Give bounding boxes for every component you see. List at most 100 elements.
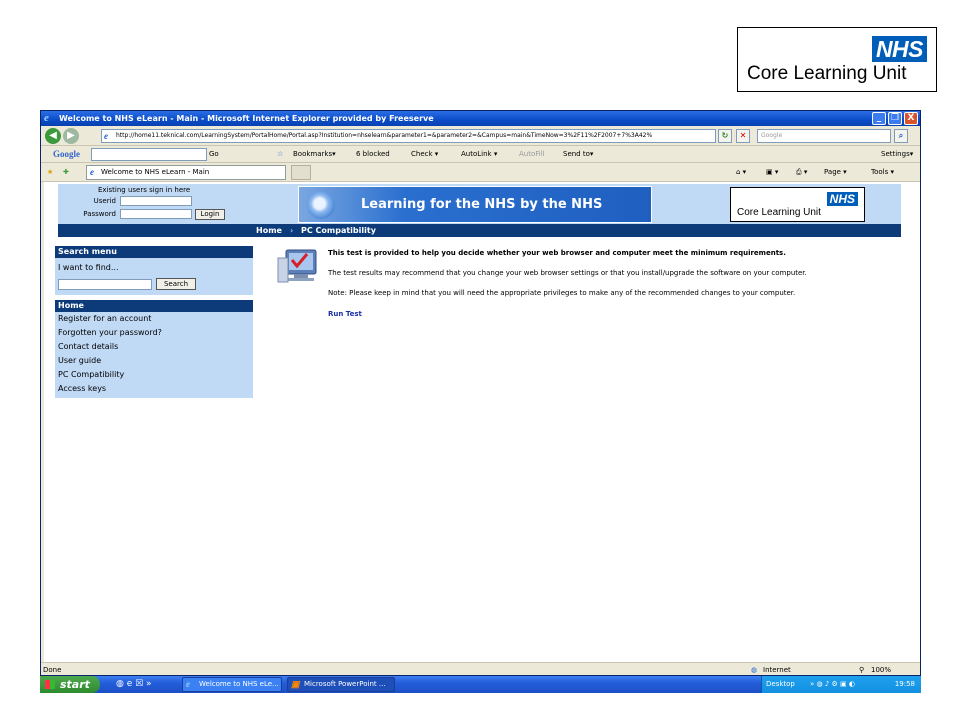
window-title: Welcome to NHS eLearn - Main - Microsoft… [59,114,434,123]
ie-icon: e [186,679,190,689]
intro-text: This test is provided to help you decide… [328,249,786,257]
tools-menu[interactable]: Tools ▾ [871,163,894,182]
autolink-button[interactable]: AutoLink ▾ [461,146,497,163]
userid-input[interactable] [120,196,192,206]
sendto-button[interactable]: Send to▾ [563,146,593,163]
status-text: Done [43,666,62,674]
system-tray: Desktop » ◍ ♪ ⚙ ▣ ◐ 19:58 [761,676,921,693]
site-banner: Learning for the NHS by the NHS [298,186,652,223]
breadcrumb-home[interactable]: Home [256,224,282,237]
address-input[interactable]: e http://home11.teknical.com/LearningSys… [101,129,716,143]
spellcheck-button[interactable]: Check ▾ [411,146,438,163]
globe-icon: ◍ [751,666,758,674]
tray-icons[interactable]: » ◍ ♪ ⚙ ▣ ◐ [810,676,855,693]
breadcrumb-separator: › [290,226,294,235]
feeds-icon[interactable]: ▣ ▾ [766,163,778,182]
google-search-input[interactable] [91,148,207,161]
page-menu[interactable]: Page ▾ [824,163,847,182]
menu-item-forgot-password[interactable]: Forgotten your password? [55,326,253,340]
run-test-link[interactable]: Run Test [328,309,362,319]
tab-bar: ★ ✚ e Welcome to NHS eLearn - Main ⌂ ▾ ▣… [41,163,920,182]
window-titlebar: e Welcome to NHS eLearn - Main - Microso… [41,111,920,126]
stop-icon[interactable]: ✕ [736,129,750,143]
breadcrumb-current: PC Compatibility [301,226,376,235]
page-icon: e [90,167,94,177]
slide-logo-text: Core Learning Unit [747,63,907,84]
tab-label: Welcome to NHS eLearn - Main [101,168,210,176]
header-logo-text: Core Learning Unit [737,207,821,218]
clock: 19:58 [894,680,915,688]
restore-button[interactable]: ❐ [888,112,902,125]
banner-graphic [307,191,335,219]
signin-title: Existing users sign in here [98,186,191,194]
password-input[interactable] [120,209,192,219]
privileges-note: Note: Please keep in mind that you will … [328,289,796,297]
bookmarks-button[interactable]: Bookmarks▾ [293,146,336,163]
windows-flag-icon [45,680,55,689]
print-icon[interactable]: ⎙ ▾ [796,163,807,182]
find-input[interactable] [58,279,152,290]
minimize-button[interactable]: _ [872,112,886,125]
google-go-button[interactable]: Go [209,146,219,163]
search-button[interactable]: Search [156,278,196,290]
powerpoint-icon: ▣ [291,679,300,689]
autofill-button[interactable]: AutoFill [519,146,545,163]
search-icon[interactable]: ⌕ [894,129,908,143]
window-controls: _ ❐ X [872,112,918,125]
google-logo: Google [53,149,80,159]
search-menu-heading: Search menu [55,246,253,258]
forward-button[interactable]: ▶ [63,128,79,144]
start-button[interactable]: start [40,676,100,693]
results-note: The test results may recommend that you … [328,269,807,277]
home-icon[interactable]: ⌂ ▾ [736,163,746,182]
start-label: start [60,678,90,691]
new-tab-button[interactable] [291,165,311,180]
star-icon: ☆ [277,150,284,158]
google-toolbar: Google Go ☆ Bookmarks▾ 6 blocked Check ▾… [41,146,920,163]
task-browser[interactable]: e Welcome to NHS eLe... [182,677,282,692]
header-nhs-logo: NHS Core Learning Unit [730,187,865,222]
nhs-logo-mark: NHS [871,36,927,62]
page-viewport: Existing users sign in here Userid Passw… [41,182,920,662]
password-label: Password [83,210,116,218]
menu-item-pc-compatibility[interactable]: PC Compatibility [55,368,253,382]
nhs-logo-mark: NHS [826,192,858,206]
page-icon: e [104,131,108,141]
search-menu-panel: Search menu I want to find... Search [55,246,253,295]
menu-item-access-keys[interactable]: Access keys [55,382,253,396]
browser-window: e Welcome to NHS eLearn - Main - Microso… [40,110,921,676]
favorites-star-icon[interactable]: ★ [47,163,53,182]
add-favorite-icon[interactable]: ✚ [63,163,69,182]
menu-item-register[interactable]: Register for an account [55,312,253,326]
task-powerpoint-label: Microsoft PowerPoint ... [304,680,386,688]
taskbar: start ◍ e ☒ » e Welcome to NHS eLe... ▣ … [40,676,921,693]
refresh-icon[interactable]: ↻ [718,129,732,143]
slide-nhs-logo: NHS Core Learning Unit [737,27,937,92]
zone-text: Internet [763,666,791,674]
zoom-level[interactable]: 100% [871,663,891,675]
task-powerpoint[interactable]: ▣ Microsoft PowerPoint ... [287,677,395,692]
banner-text: Learning for the NHS by the NHS [361,197,603,212]
settings-button[interactable]: Settings▾ [881,146,913,163]
search-input[interactable]: Google [757,129,891,143]
login-button[interactable]: Login [195,209,225,220]
breadcrumb: Home › PC Compatibility [58,224,901,237]
search-prompt: I want to find... [58,263,119,272]
home-menu-panel: Home Register for an account Forgotten y… [55,300,253,398]
address-url: http://home11.teknical.com/LearningSyste… [116,132,653,139]
ie-icon: e [44,112,49,124]
site-header: Existing users sign in here Userid Passw… [58,184,901,224]
menu-item-contact[interactable]: Contact details [55,340,253,354]
home-menu-heading: Home [55,300,253,312]
status-bar: Done ◍ Internet ⚲ 100% [41,662,920,675]
popup-blocker-button[interactable]: 6 blocked [356,146,390,163]
zoom-icon: ⚲ [859,666,865,674]
menu-item-user-guide[interactable]: User guide [55,354,253,368]
desktop-toolbar-label[interactable]: Desktop [766,676,795,693]
quicklaunch-icons[interactable]: ◍ e ☒ » [116,678,152,691]
address-toolbar: ◀ ▶ e http://home11.teknical.com/Learnin… [41,126,920,146]
close-button[interactable]: X [904,112,918,125]
back-button[interactable]: ◀ [45,128,61,144]
userid-label: Userid [93,197,116,205]
tab-welcome[interactable]: e Welcome to NHS eLearn - Main [86,165,286,180]
